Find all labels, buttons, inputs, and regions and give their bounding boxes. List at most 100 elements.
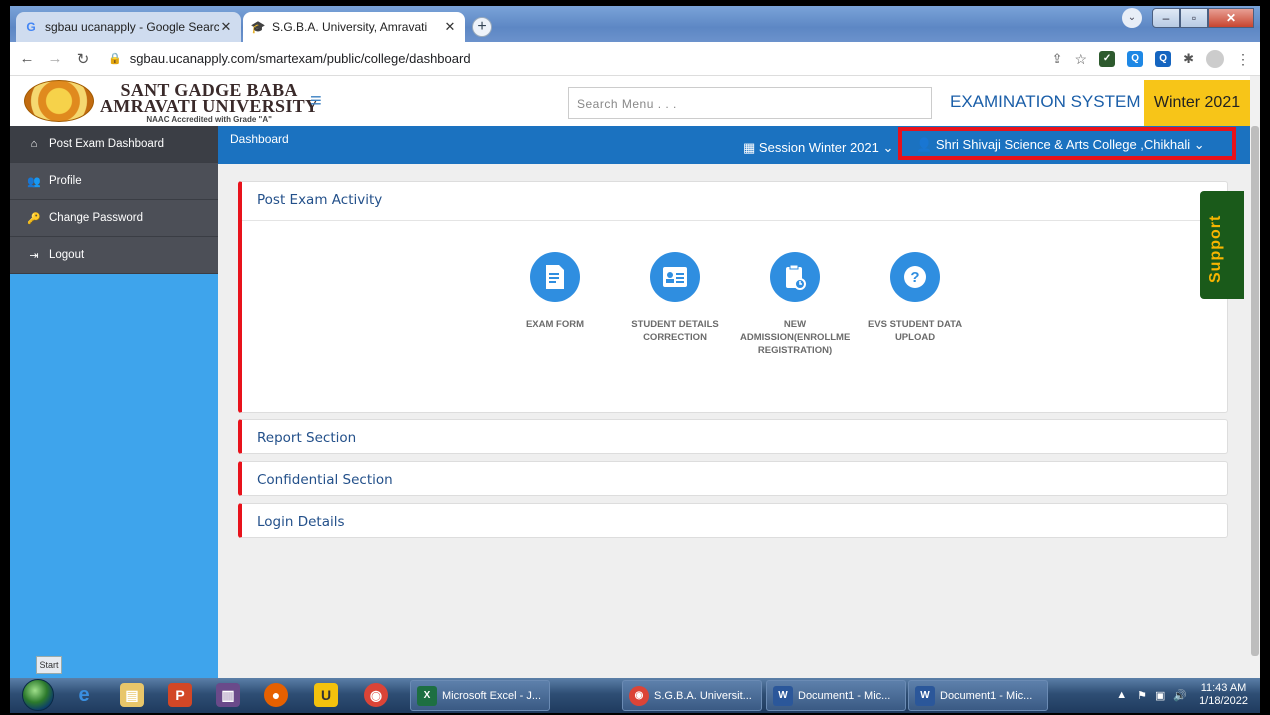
panel-title: Login Details	[257, 514, 345, 530]
chevron-down-icon: ⌄	[1193, 137, 1205, 152]
tab-title: sgbau ucanapply - Google Searcl	[45, 20, 219, 34]
support-label: Support	[1207, 214, 1224, 283]
clock-time: 11:43 AM	[1200, 682, 1247, 694]
back-icon[interactable]: ←	[16, 50, 38, 67]
new-tab-button[interactable]: +	[472, 17, 492, 37]
activity-label: EXAM FORM	[525, 319, 585, 330]
report-section-panel[interactable]: Report Section	[238, 419, 1228, 454]
close-window-button[interactable]: ✕	[1208, 8, 1254, 28]
search-menu-input[interactable]: Search Menu . . .	[568, 87, 932, 119]
home-icon: ⌂	[30, 138, 38, 150]
browser-extensions: ⇪ ☆ ✓ Q Q ✱ ⋮	[1052, 50, 1250, 68]
session-dropdown[interactable]: ▦ Session Winter 2021 ⌄	[743, 140, 893, 156]
address-bar: ← → ↻ 🔒 sgbau.ucanapply.com/smartexam/pu…	[10, 42, 1260, 76]
evs-student-data-upload-button[interactable]: ? EVS STUDENT DATA UPLOAD	[860, 252, 970, 344]
show-hidden-icons-icon[interactable]: ▲	[1116, 689, 1127, 701]
browser-tab-strip: G sgbau ucanapply - Google Searcl ✕ 🎓 S.…	[10, 6, 1260, 42]
student-details-icon	[650, 252, 700, 302]
college-dropdown[interactable]: 👤 Shri Shivaji Science & Arts College ,C…	[898, 127, 1236, 160]
maximize-button[interactable]: ▫	[1180, 8, 1208, 28]
activity-label: EVS STUDENT DATA UPLOAD	[867, 319, 963, 343]
tab-title: S.G.B.A. University, Amravati	[272, 20, 428, 34]
new-admission-button[interactable]: NEW ADMISSION(ENROLLME REGISTRATION)	[740, 252, 850, 357]
taskbar-task-word-2[interactable]: W Document1 - Mic...	[908, 680, 1048, 711]
support-button[interactable]: Support	[1200, 191, 1244, 299]
key-icon: 🔑	[27, 212, 41, 225]
task-label: Document1 - Mic...	[798, 689, 891, 702]
chevron-down-icon: ⌄	[882, 140, 894, 155]
hamburger-menu-icon[interactable]: ≡	[310, 90, 322, 113]
extension-icon[interactable]: ✓	[1099, 51, 1116, 67]
sidebar-item-profile[interactable]: 👥 Profile	[10, 163, 218, 200]
panel-title[interactable]: Post Exam Activity	[242, 182, 1227, 208]
volume-icon[interactable]: 🔊	[1173, 689, 1187, 702]
file-explorer-icon[interactable]: ▤	[120, 683, 144, 707]
network-icon[interactable]: ▣	[1155, 689, 1165, 702]
task-label: S.G.B.A. Universit...	[654, 689, 752, 702]
extension-icon[interactable]: Q	[1127, 51, 1144, 67]
taskbar-task-excel[interactable]: X Microsoft Excel - J...	[410, 680, 550, 711]
chrome-icon: ◉	[629, 685, 649, 706]
sidebar-item-logout[interactable]: ⇥ Logout	[10, 237, 218, 274]
close-icon[interactable]: ✕	[443, 19, 457, 35]
users-icon: 👥	[27, 175, 41, 188]
exam-form-button[interactable]: EXAM FORM	[500, 252, 610, 331]
close-icon[interactable]: ✕	[219, 19, 233, 35]
start-button[interactable]: Start	[36, 656, 62, 674]
taskbar-clock[interactable]: 11:43 AM 1/18/2022	[1199, 682, 1248, 708]
lock-icon[interactable]: 🔒	[108, 52, 122, 65]
powerpoint-icon[interactable]: P	[168, 683, 192, 707]
forward-icon[interactable]: →	[44, 50, 66, 67]
windows-start-orb-icon[interactable]	[22, 679, 54, 711]
minimize-button[interactable]: –	[1152, 8, 1180, 28]
main-content: Post Exam Activity EXAM FORM STUDENT DET…	[218, 164, 1250, 678]
menu-dots-icon[interactable]: ⋮	[1236, 51, 1250, 68]
taskbar-task-chrome[interactable]: ◉ S.G.B.A. Universit...	[622, 680, 762, 711]
breadcrumb[interactable]: Dashboard	[230, 132, 289, 146]
divider	[242, 220, 1227, 221]
account-icon[interactable]	[1206, 50, 1224, 68]
puzzle-icon[interactable]: ✱	[1183, 51, 1194, 67]
graduation-cap-icon: 🎓	[250, 20, 266, 34]
sidebar-item-label: Profile	[49, 175, 82, 187]
sidebar-item-change-password[interactable]: 🔑 Change Password	[10, 200, 218, 237]
session-badge: Winter 2021	[1144, 80, 1250, 126]
reload-icon[interactable]: ↻	[72, 50, 94, 68]
sidebar-item-post-exam-dashboard[interactable]: ⌂ Post Exam Dashboard	[10, 126, 218, 163]
panel-title: Report Section	[257, 430, 357, 446]
scrollbar-thumb[interactable]	[1251, 126, 1259, 656]
task-label: Document1 - Mic...	[940, 689, 1033, 702]
word-icon: W	[773, 685, 793, 706]
share-icon[interactable]: ⇪	[1052, 51, 1063, 67]
task-label: Microsoft Excel - J...	[442, 689, 542, 702]
action-center-icon[interactable]: ⚑	[1137, 689, 1147, 702]
system-tray: ▲ ⚑ ▣ 🔊 11:43 AM 1/18/2022	[1116, 682, 1248, 708]
screen: G sgbau ucanapply - Google Searcl ✕ 🎓 S.…	[10, 6, 1260, 713]
sidebar-item-label: Change Password	[49, 212, 143, 224]
browser-tab-sgbau[interactable]: 🎓 S.G.B.A. University, Amravati ✕	[243, 12, 465, 42]
shield-app-icon[interactable]: U	[314, 683, 338, 707]
calendar-icon: ▦	[743, 140, 756, 155]
confidential-section-panel[interactable]: Confidential Section	[238, 461, 1228, 496]
tab-search-icon[interactable]: ⌄	[1122, 8, 1142, 28]
bookmark-star-icon[interactable]: ☆	[1075, 51, 1088, 68]
panel-title: Confidential Section	[257, 472, 393, 488]
browser-tab-google[interactable]: G sgbau ucanapply - Google Searcl ✕	[16, 12, 241, 42]
url-field[interactable]: sgbau.ucanapply.com/smartexam/public/col…	[130, 51, 471, 66]
extension-icon[interactable]: Q	[1155, 51, 1172, 67]
taskbar-task-word-1[interactable]: W Document1 - Mic...	[766, 680, 906, 711]
student-details-correction-button[interactable]: STUDENT DETAILS CORRECTION	[620, 252, 730, 344]
login-details-panel[interactable]: Login Details	[238, 503, 1228, 538]
session-label: Session Winter 2021	[758, 140, 879, 155]
winrar-icon[interactable]: ▥	[216, 683, 240, 707]
internet-explorer-icon[interactable]: e	[72, 683, 96, 707]
sidebar-item-label: Logout	[49, 249, 85, 261]
question-icon: ?	[890, 252, 940, 302]
firefox-icon[interactable]: ●	[264, 683, 288, 707]
university-logo[interactable]: SANT GADGE BABA AMRAVATI UNIVERSITY NAAC…	[100, 81, 318, 124]
clock-date: 1/18/2022	[1199, 695, 1248, 707]
sidebar: ⌂ Post Exam Dashboard 👥 Profile 🔑 Change…	[10, 126, 218, 678]
page-scrollbar[interactable]	[1250, 76, 1260, 678]
chrome-icon[interactable]: ◉	[364, 683, 388, 707]
logout-icon: ⇥	[29, 249, 39, 262]
